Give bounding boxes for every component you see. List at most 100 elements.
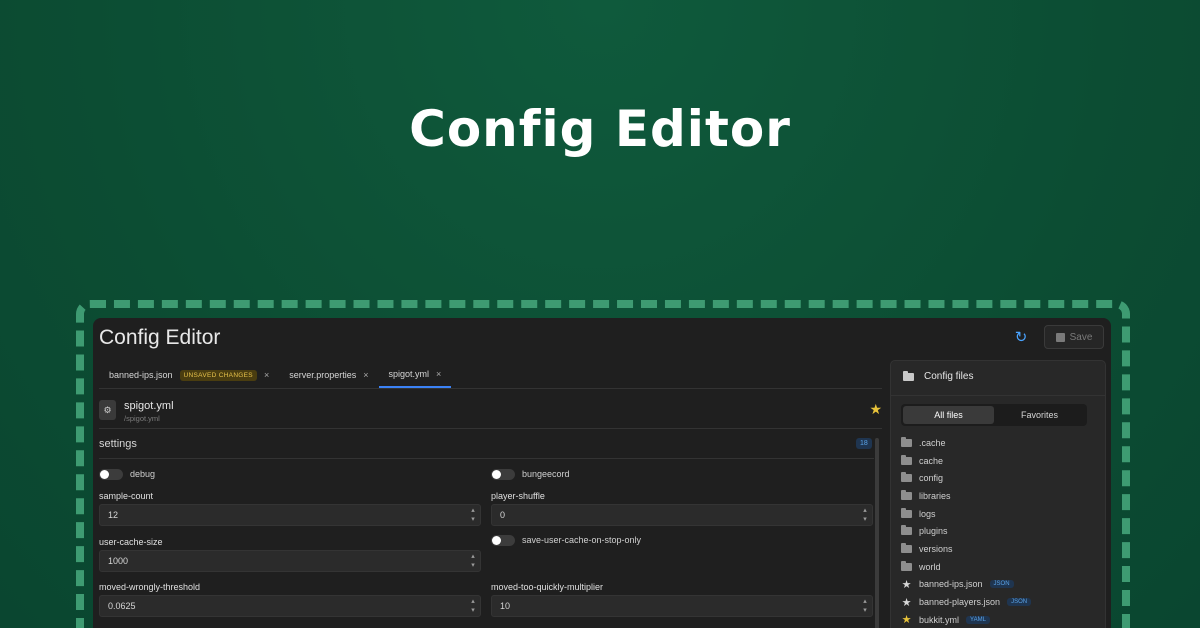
file-header: ⚙ spigot.yml /spigot.yml ★ [99, 400, 882, 428]
file-item[interactable]: ★ banned-ips.json JSON [901, 576, 1031, 594]
moved-too-quickly-multiplier-value: 10 [500, 601, 511, 611]
file-type-badge: YAML [966, 615, 990, 624]
star-icon[interactable]: ★ [901, 578, 912, 591]
star-icon[interactable]: ★ [901, 613, 912, 626]
file-path: /spigot.yml [124, 414, 160, 423]
folder-icon [901, 507, 912, 518]
number-stepper[interactable]: ▴ ▾ [860, 506, 870, 524]
save-user-cache-label: save-user-cache-on-stop-only [522, 535, 642, 545]
tab-label: spigot.yml [388, 369, 430, 379]
filter-favorites[interactable]: Favorites [994, 406, 1085, 424]
bungeecord-toggle[interactable] [491, 469, 515, 480]
sample-count-value: 12 [108, 510, 119, 520]
tabs-divider [99, 388, 882, 389]
number-stepper[interactable]: ▴ ▾ [468, 506, 478, 524]
sample-count-input[interactable]: 12 ▴ ▾ [99, 504, 481, 526]
folder-name: libraries [919, 490, 951, 501]
folder-name: versions [919, 543, 953, 554]
folder-item[interactable]: libraries [901, 487, 1031, 505]
section-title: settings [99, 438, 137, 450]
tab-label: banned-ips.json [109, 370, 173, 380]
tab-label: server.properties [289, 370, 357, 380]
folder-name: plugins [919, 526, 948, 537]
user-cache-size-input[interactable]: 1000 ▴ ▾ [99, 550, 481, 572]
moved-too-quickly-multiplier-label: moved-too-quickly-multiplier [491, 582, 604, 592]
star-icon[interactable]: ★ [869, 401, 882, 418]
user-cache-size-label: user-cache-size [99, 537, 163, 547]
folder-name: cache [919, 455, 944, 466]
window-title: Config Editor [99, 326, 221, 349]
tab-banned-ips[interactable]: banned-ips.json UNSAVED CHANGES × [99, 362, 279, 388]
scrollbar[interactable] [875, 438, 879, 628]
moved-wrongly-threshold-input[interactable]: 0.0625 ▴ ▾ [99, 595, 481, 617]
folder-item[interactable]: .cache [901, 434, 1031, 452]
number-stepper[interactable]: ▴ ▾ [860, 597, 870, 615]
sample-count-label: sample-count [99, 491, 154, 501]
player-shuffle-value: 0 [500, 510, 506, 520]
folder-icon [901, 525, 912, 536]
tab-spigot-yml[interactable]: spigot.yml × [378, 362, 452, 388]
moved-wrongly-threshold-value: 0.0625 [108, 601, 136, 611]
file-icon: ⚙ [99, 400, 116, 420]
file-filter: All files Favorites [901, 404, 1087, 426]
moved-wrongly-threshold-label: moved-wrongly-threshold [99, 582, 201, 592]
number-stepper[interactable]: ▴ ▾ [468, 597, 478, 615]
panel-header: Config files [903, 370, 974, 382]
panel-title: Config files [924, 371, 974, 382]
folder-icon [901, 489, 912, 500]
folder-icon [901, 472, 912, 483]
user-cache-size-value: 1000 [108, 556, 129, 566]
moved-too-quickly-multiplier-input[interactable]: 10 ▴ ▾ [491, 595, 873, 617]
folder-icon [901, 454, 912, 465]
close-icon[interactable]: × [436, 369, 441, 379]
folder-item[interactable]: world [901, 558, 1031, 576]
hero-title: Config Editor [409, 100, 791, 158]
folder-icon [901, 542, 912, 553]
divider [99, 458, 874, 459]
folder-icon [901, 560, 912, 571]
count-badge: 18 [856, 438, 872, 449]
save-button[interactable]: Save [1044, 325, 1104, 349]
save-user-cache-toggle[interactable] [491, 535, 515, 546]
save-label: Save [1069, 331, 1093, 343]
star-icon[interactable]: ★ [901, 596, 912, 609]
config-editor-window: Config Editor ↻ Save banned-ips.json UNS… [93, 318, 1111, 628]
folder-item[interactable]: config [901, 469, 1031, 487]
file-type-badge: JSON [989, 580, 1014, 589]
divider [99, 428, 882, 429]
debug-toggle[interactable] [99, 469, 123, 480]
bungeecord-label: bungeecord [522, 469, 570, 479]
file-item-name: bukkit.yml [919, 614, 960, 625]
divider [891, 395, 1105, 396]
folder-name: logs [919, 508, 936, 519]
player-shuffle-input[interactable]: 0 ▴ ▾ [491, 504, 873, 526]
player-shuffle-label: player-shuffle [491, 491, 545, 501]
filter-all-files[interactable]: All files [903, 406, 994, 424]
file-item-name: banned-ips.json [919, 579, 983, 590]
number-stepper[interactable]: ▴ ▾ [468, 552, 478, 570]
folder-icon [901, 436, 912, 447]
folder-item[interactable]: cache [901, 452, 1031, 470]
file-item-name: banned-players.json [919, 597, 1001, 608]
folder-icon [903, 370, 914, 381]
tab-bar: banned-ips.json UNSAVED CHANGES × server… [99, 362, 452, 388]
file-item[interactable]: ★ bukkit.yml YAML [901, 611, 1031, 628]
file-tree: .cache cache config libraries logs plugi… [901, 434, 1032, 628]
folder-name: config [919, 473, 944, 484]
folder-item[interactable]: versions [901, 540, 1031, 558]
debug-label: debug [130, 469, 156, 479]
file-name: spigot.yml [124, 400, 174, 412]
tab-server-properties[interactable]: server.properties × [279, 362, 378, 388]
file-type-badge: JSON [1007, 598, 1032, 607]
folder-item[interactable]: logs [901, 505, 1031, 523]
refresh-icon[interactable]: ↻ [1011, 328, 1031, 348]
folder-item[interactable]: plugins [901, 522, 1031, 540]
folder-name: world [919, 561, 941, 572]
close-icon[interactable]: × [363, 370, 368, 380]
config-files-panel: Config files All files Favorites .cache … [890, 360, 1106, 628]
close-icon[interactable]: × [264, 370, 269, 380]
folder-name: .cache [919, 437, 946, 448]
save-icon [1055, 332, 1065, 342]
unsaved-badge: UNSAVED CHANGES [179, 369, 257, 381]
file-item[interactable]: ★ banned-players.json JSON [901, 593, 1032, 611]
